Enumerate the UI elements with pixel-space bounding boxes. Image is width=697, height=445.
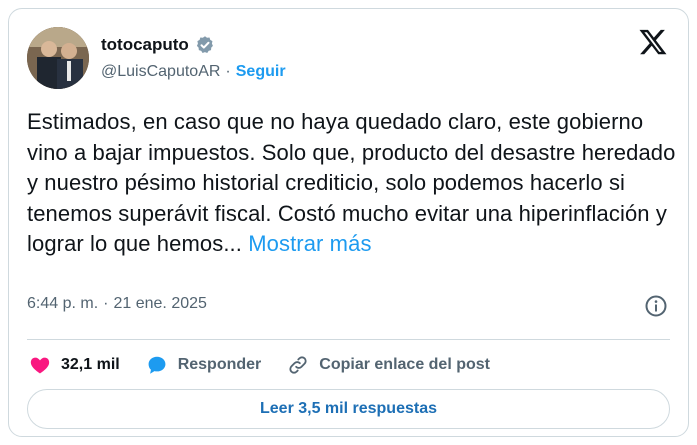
author-handle-row: @LuisCaputoAR · Seguir: [101, 63, 286, 81]
divider: [27, 339, 670, 340]
embedded-post-card: totocaputo @LuisCaputoAR · Seguir Estima…: [8, 8, 689, 437]
author-name-row: totocaputo: [101, 35, 215, 55]
read-replies-button[interactable]: Leer 3,5 mil respuestas: [27, 389, 670, 429]
x-logo-icon[interactable]: [638, 27, 668, 57]
handle-separator: ·: [225, 63, 231, 80]
timestamp-separator: ·: [103, 295, 109, 312]
follow-button[interactable]: Seguir: [236, 63, 286, 81]
show-more-link[interactable]: Mostrar más: [248, 231, 371, 256]
reply-label: Responder: [177, 356, 262, 373]
author-handle[interactable]: @LuisCaputoAR: [101, 63, 220, 81]
copy-link-button[interactable]: Copiar enlace del post: [287, 354, 490, 376]
post-text: Estimados, en caso que no haya quedado c…: [27, 107, 677, 260]
heart-icon: [30, 357, 50, 374]
like-button[interactable]: 32,1 mil: [29, 354, 120, 376]
post-date: 21 ene. 2025: [113, 295, 207, 312]
link-icon: [289, 356, 307, 374]
post-timestamp[interactable]: 6:44 p. m. · 21 ene. 2025: [27, 295, 207, 313]
post-actions: 32,1 mil Responder Copiar enlace del pos…: [29, 351, 516, 379]
author-avatar[interactable]: [27, 27, 89, 89]
reply-bubble-icon: [148, 356, 166, 374]
like-count: 32,1 mil: [61, 356, 120, 373]
post-time: 6:44 p. m.: [27, 295, 99, 312]
info-icon[interactable]: [644, 294, 668, 318]
reply-button[interactable]: Responder: [146, 354, 262, 376]
author-name[interactable]: totocaputo: [101, 35, 189, 55]
copy-link-label: Copiar enlace del post: [319, 356, 490, 373]
verified-badge-icon: [195, 35, 215, 55]
